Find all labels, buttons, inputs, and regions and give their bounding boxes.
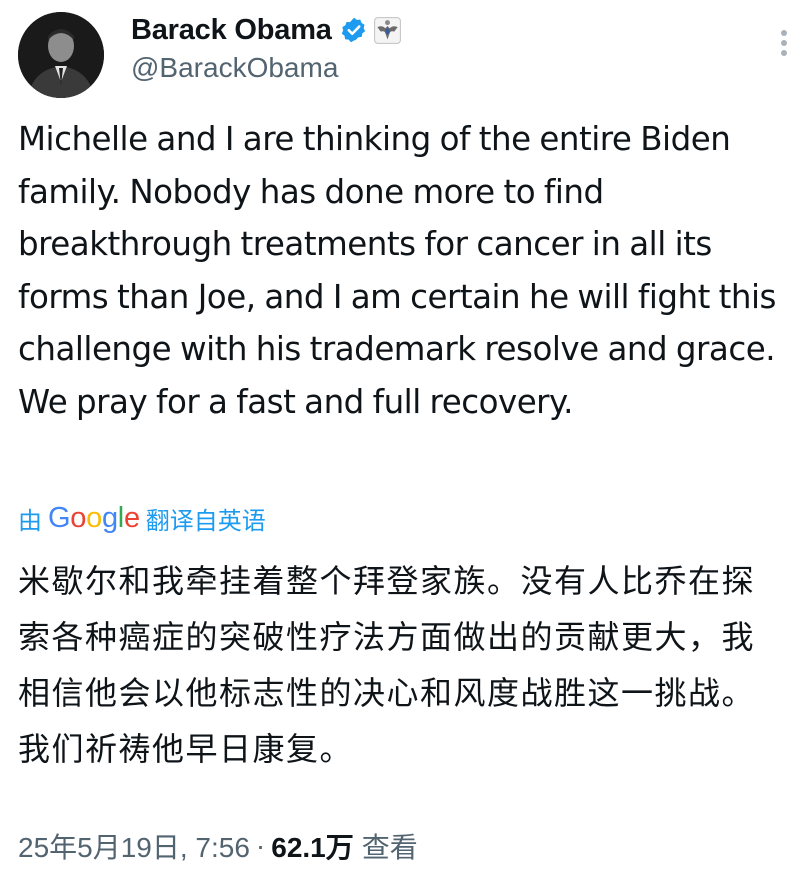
display-name[interactable]: Barack Obama (131, 14, 332, 47)
meta-separator: · (255, 830, 266, 861)
more-dot-icon (781, 50, 787, 56)
translation-suffix: 翻译自英语 (145, 506, 266, 535)
views-label: 查看 (361, 832, 418, 863)
tweet-meta: 25年5月19日, 7:56 · 62.1万 查看 (18, 826, 418, 866)
translation-attribution[interactable]: 由 Google 翻译自英语 (18, 498, 266, 538)
avatar[interactable] (18, 12, 104, 98)
us-government-seal-icon[interactable] (373, 16, 401, 44)
translated-text: 米歇尔和我牵挂着整个拜登家族。没有人比乔在探索各种癌症的突破性疗法方面做出的贡献… (18, 562, 756, 768)
tweet-text: Michelle and I are thinking of the entir… (18, 120, 777, 421)
tweet-header: Barack Obama @BarackObama (0, 0, 801, 110)
more-dot-icon (781, 40, 787, 46)
google-logo: Google (48, 501, 140, 534)
name-row: Barack Obama (131, 12, 401, 48)
more-dot-icon (781, 30, 787, 36)
views-count: 62.1万 (271, 832, 354, 863)
translation-prefix: 由 (18, 506, 42, 535)
avatar-photo-icon (18, 12, 104, 98)
more-options-button[interactable] (770, 26, 798, 66)
verified-badge-icon[interactable] (340, 16, 368, 44)
handle[interactable]: @BarackObama (131, 52, 338, 84)
timestamp[interactable]: 25年5月19日, 7:56 (18, 826, 250, 866)
